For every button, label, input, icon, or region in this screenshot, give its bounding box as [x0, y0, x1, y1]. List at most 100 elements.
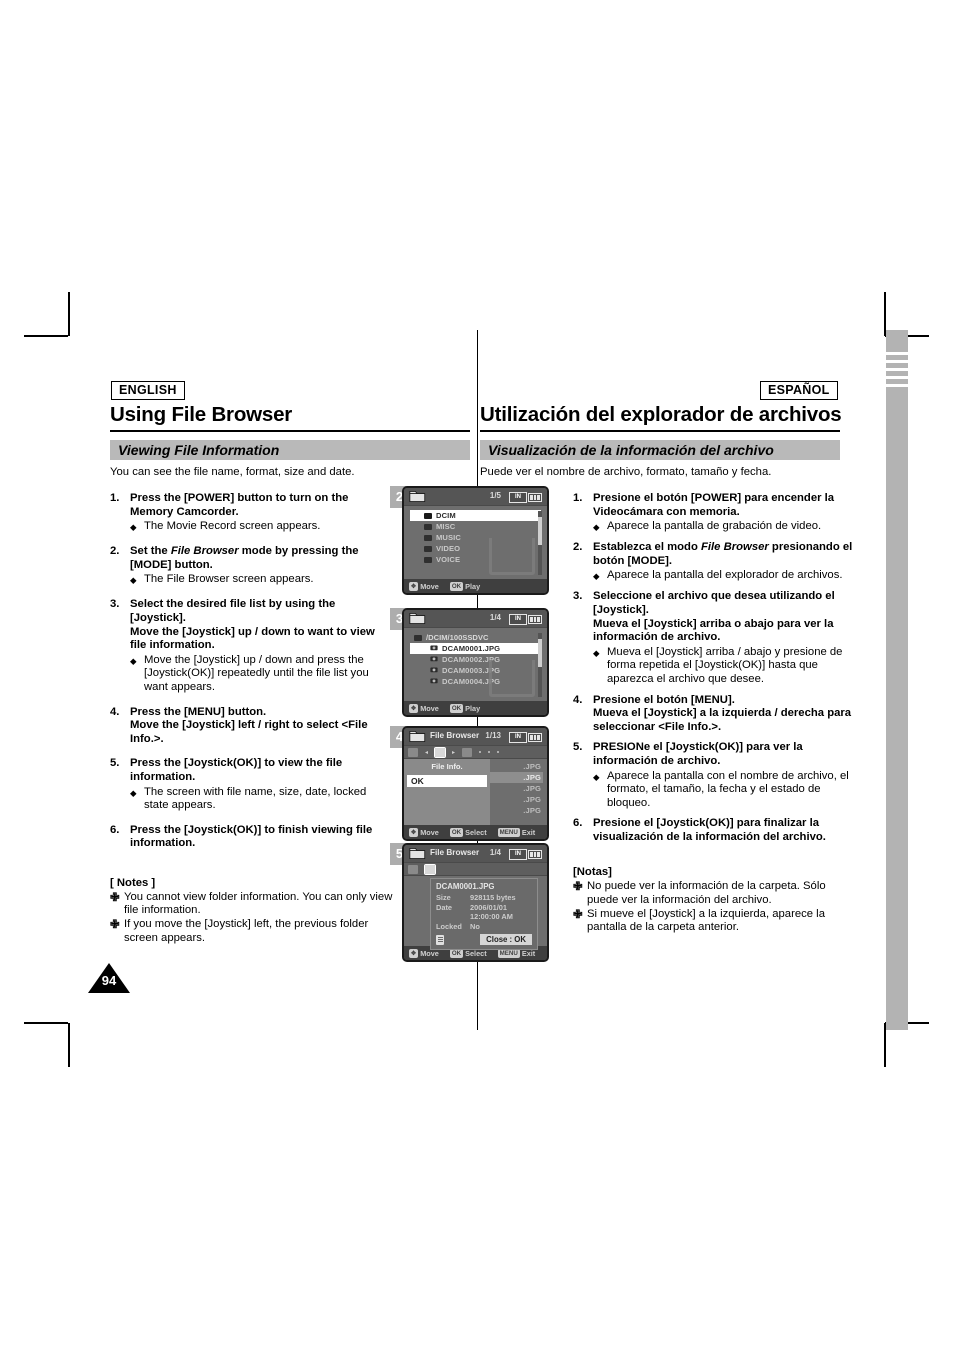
crop-mark-top-left-horizontal	[24, 335, 68, 337]
battery-indicator: IN	[509, 731, 542, 743]
step-text: Presione el [Joystick(OK)] para finaliza…	[593, 817, 826, 843]
step-number: 2.	[573, 541, 583, 554]
lcd-title-bar: File Browser 1/13 IN	[404, 728, 547, 746]
step-number: 6.	[110, 823, 120, 836]
background-file-list: .JPG .JPG .JPG .JPG .JPG	[485, 761, 543, 816]
key-glyph-icon: OK	[449, 827, 464, 837]
step-bullet-text: Aparece la pantalla del explorador de ar…	[607, 569, 843, 582]
info-value: No	[470, 921, 480, 931]
diamond-bullet-icon: ◆	[593, 571, 600, 582]
notes-heading: [Notas]	[573, 866, 612, 879]
step-text: Presione el botón [POWER] para encender …	[593, 492, 835, 518]
instruction-step: 3. Seleccione el archivo que desea utiliz…	[573, 590, 856, 686]
crop-mark-bottom-left-horizontal	[24, 1022, 68, 1024]
instruction-step: 5. Press the [Joystick(OK)] to view the f…	[110, 757, 393, 812]
instruction-list-spanish: 1. Presione el botón [POWER] para encende…	[573, 492, 856, 935]
note-item: ✙ If you move the [Joystick] left, the pr…	[110, 918, 393, 945]
language-badge-spanish: ESPAÑOL	[760, 381, 838, 400]
diamond-bullet-icon: ◆	[130, 655, 137, 666]
info-row: 12:00:00 AM	[436, 912, 532, 922]
scrollbar[interactable]	[538, 511, 542, 575]
step-bullet: ◆ Aparece la pantalla de grabación de vid…	[593, 520, 856, 534]
info-value: 12:00:00 AM	[470, 912, 513, 921]
submenu-title: File Info.	[431, 762, 463, 771]
folder-icon	[409, 490, 426, 503]
step-bullet: ◆ The File Browser screen appears.	[130, 573, 393, 587]
menu-tab-file-info-icon[interactable]	[434, 746, 447, 758]
instruction-step: 1. Press the [POWER] button to turn on th…	[110, 492, 393, 534]
note-text: No puede ver la información de la carpet…	[587, 880, 826, 907]
folder-watermark-icon	[489, 538, 535, 575]
menu-tab-lock-icon[interactable]	[462, 747, 473, 757]
info-key: Locked	[436, 921, 462, 931]
lcd-title-bar: File Browser 1/4 IN	[404, 845, 547, 863]
battery-indicator: IN	[509, 848, 542, 860]
note-item: ✙ You cannot view folder information. You…	[110, 891, 393, 918]
menu-tab-folder-icon[interactable]	[408, 747, 418, 757]
file-info-dialog: DCAM0001.JPG Size 928115 bytes Date 2006/01/…	[430, 878, 538, 950]
close-button[interactable]: Close : OK	[480, 934, 532, 945]
step-text: Seleccione el archivo que desea utilizan…	[593, 590, 835, 644]
note-text: Si mueve el [Joystick] a la izquierda, a…	[587, 907, 825, 934]
key-glyph-icon: OK	[449, 581, 464, 591]
menu-tab-folder-icon[interactable]	[408, 864, 418, 874]
page-indicator: 1/5	[489, 491, 501, 500]
memory-source-icon: IN	[509, 613, 527, 625]
list-item[interactable]: DCIM	[410, 510, 541, 521]
step-number: 2.	[110, 545, 120, 558]
battery-icon	[528, 849, 542, 859]
section-header-spanish: Visualización de la información del arch…	[480, 440, 840, 460]
key-glyph-icon: ✥	[409, 948, 419, 958]
file-info-submenu[interactable]: File Info. OK	[404, 759, 490, 825]
lcd-screen: File Browser 1/4 IN DCAM0001.JPG Size 928115 …	[402, 843, 549, 962]
step-text: Press the [Joystick(OK)] to finish viewi…	[130, 823, 373, 850]
step-number: 3.	[573, 590, 583, 603]
list-item: .JPG	[523, 806, 541, 815]
key-glyph-icon: ✥	[409, 581, 419, 591]
step-bullet-text: The File Browser screen appears.	[144, 573, 314, 586]
open-folder-icon	[414, 634, 422, 641]
list-item[interactable]: DCAM0001.JPG	[410, 643, 541, 654]
folder-icon	[424, 534, 432, 541]
document-icon	[436, 934, 444, 945]
key-glyph-icon: ✥	[409, 703, 419, 713]
footer-hint: OK Select	[449, 827, 487, 837]
step-bullet-text: The screen with file name, size, date, l…	[144, 785, 367, 812]
step-number: 4.	[573, 693, 583, 706]
lcd-title: File Browser	[430, 848, 480, 857]
folder-icon	[409, 490, 426, 503]
memory-source-icon: IN	[509, 731, 527, 743]
step-text: Press the [Joystick(OK)] to view the fil…	[130, 757, 343, 783]
submenu-item-ok[interactable]: OK	[407, 775, 487, 787]
lcd-title-bar: 1/5 IN	[404, 488, 547, 506]
step-bullet-text: Move the [Joystick] up / down and press …	[144, 653, 369, 693]
instruction-step: 5. PRESIONe el [Joystick(OK)] para ver la…	[573, 741, 856, 810]
section-header-english: Viewing File Information	[110, 440, 470, 460]
instruction-step: 3. Select the desired file list by using …	[110, 598, 393, 694]
lcd-content: DCAM0001.JPG Size 928115 bytes Date 2006/01/…	[404, 876, 547, 950]
title-rule-spanish	[480, 430, 840, 433]
folder-icon	[424, 545, 432, 552]
lcd-menu-tabs[interactable]	[404, 863, 547, 876]
menu-tab-file-info-icon[interactable]	[424, 863, 436, 875]
section-header-label-spanish: Visualización de la información del arch…	[488, 442, 774, 458]
footer-hint: OK Play	[449, 581, 481, 591]
list-item[interactable]: MISC	[410, 521, 541, 532]
page-title-english: Using File Browser	[110, 403, 293, 426]
step-bullet: ◆ The screen with file name, size, date, …	[130, 786, 393, 813]
folder-icon	[409, 612, 426, 625]
list-item-label: VIDEO	[436, 544, 461, 553]
scrollbar[interactable]	[538, 633, 542, 697]
step-text: PRESIONe el [Joystick(OK)] para ver la i…	[593, 741, 803, 767]
lcd-menu-tabs[interactable]: ◂ ▸	[404, 746, 547, 759]
photo-icon	[430, 644, 438, 653]
step-text: Set the File Browser mode by pressing th…	[130, 545, 359, 571]
lcd-footer-bar: ✥ Move OK Play	[404, 579, 547, 593]
folder-icon	[424, 512, 432, 519]
photo-icon	[430, 656, 438, 662]
list-item-label: DCAM0001.JPG	[442, 644, 501, 653]
file-name: DCAM0001.JPG	[436, 882, 495, 891]
photo-icon	[430, 678, 438, 684]
manual-page: ENGLISH Using File Browser Viewing File …	[0, 0, 954, 1350]
list-item-label: VOICE	[436, 555, 461, 564]
